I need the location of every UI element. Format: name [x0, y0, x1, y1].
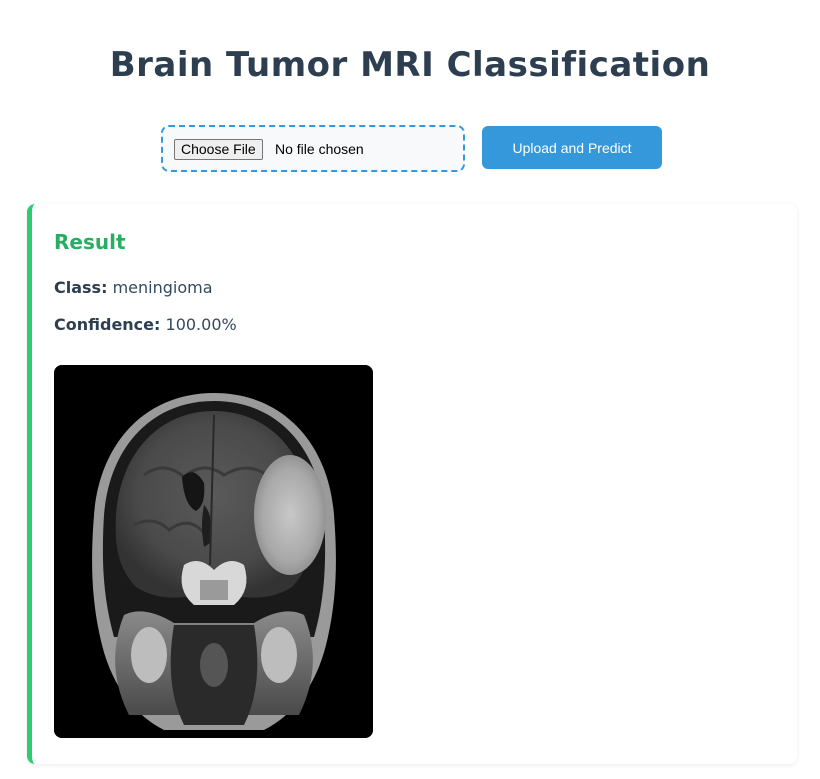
file-status-text: No file chosen: [275, 141, 364, 157]
mri-scan-image: [54, 365, 373, 738]
result-heading: Result: [54, 230, 126, 254]
result-card: Result Class: meningioma Confidence: 100…: [27, 204, 797, 764]
choose-file-button[interactable]: Choose File: [174, 139, 263, 160]
confidence-value: 100.00%: [165, 315, 237, 334]
file-input[interactable]: Choose File No file chosen: [161, 125, 465, 172]
class-value: meningioma: [112, 278, 213, 297]
class-label: Class:: [54, 278, 108, 297]
page-title: Brain Tumor MRI Classification: [109, 45, 711, 85]
confidence-label: Confidence:: [54, 315, 161, 334]
confidence-line: Confidence: 100.00%: [54, 315, 237, 334]
upload-and-predict-button[interactable]: Upload and Predict: [482, 126, 662, 169]
class-line: Class: meningioma: [54, 278, 213, 297]
